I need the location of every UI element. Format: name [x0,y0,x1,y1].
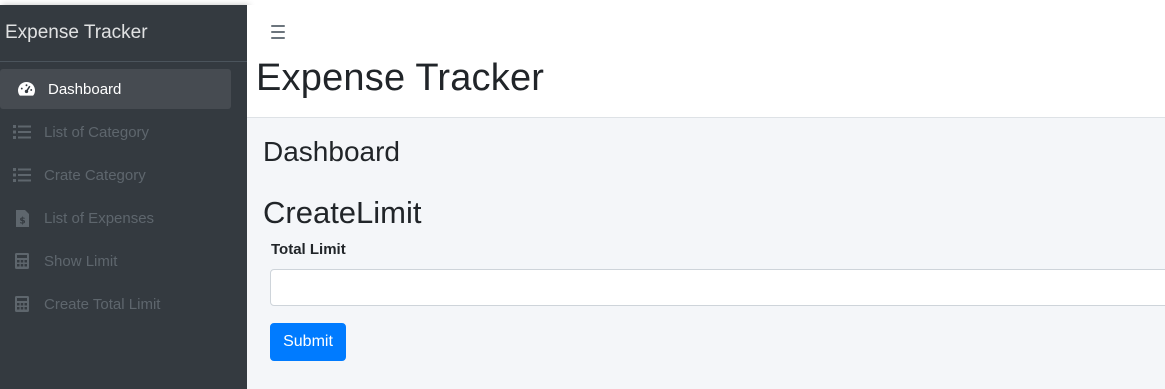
sidebar-item-label: Show Limit [44,252,118,270]
sidebar-item-create-total-limit[interactable]: Create Total Limit [0,284,231,324]
form-title: CreateLimit [263,195,422,230]
list-icon [12,166,32,184]
sidebar-item-list-of-category[interactable]: List of Category [0,112,231,152]
total-limit-label: Total Limit [271,241,346,258]
invoice-icon: $ [12,209,32,227]
total-limit-input[interactable] [270,269,1165,306]
speedometer-icon [16,80,36,98]
main-content: Dashboard CreateLimit Total Limit Submit [247,118,1165,389]
submit-button[interactable]: Submit [270,323,346,361]
sidebar-item-list-of-expenses[interactable]: $ List of Expenses [0,198,231,238]
section-title: Dashboard [263,136,400,167]
hamburger-bar [271,37,285,39]
list-icon [12,123,32,141]
sidebar: Expense Tracker Dashboard List of Catego… [0,5,247,389]
svg-text:$: $ [19,216,25,226]
hamburger-bar [271,31,285,33]
hamburger-menu-icon[interactable] [271,25,285,39]
sidebar-item-label: Dashboard [48,80,122,98]
page-title: Expense Tracker [256,57,545,99]
sidebar-item-label: Crate Category [44,166,146,184]
calculator-icon [12,295,32,313]
page-header: Expense Tracker [247,5,1165,118]
sidebar-item-dashboard[interactable]: Dashboard [0,69,231,109]
calculator-icon [12,252,32,270]
brand-title[interactable]: Expense Tracker [0,5,247,62]
sidebar-item-label: List of Expenses [44,209,155,227]
sidebar-nav: Dashboard List of Category Crate Categor… [0,62,247,324]
sidebar-item-show-limit[interactable]: Show Limit [0,241,231,281]
hamburger-bar [271,25,285,27]
sidebar-item-label: Create Total Limit [44,295,161,313]
sidebar-item-label: List of Category [44,123,150,141]
sidebar-item-crate-category[interactable]: Crate Category [0,155,231,195]
